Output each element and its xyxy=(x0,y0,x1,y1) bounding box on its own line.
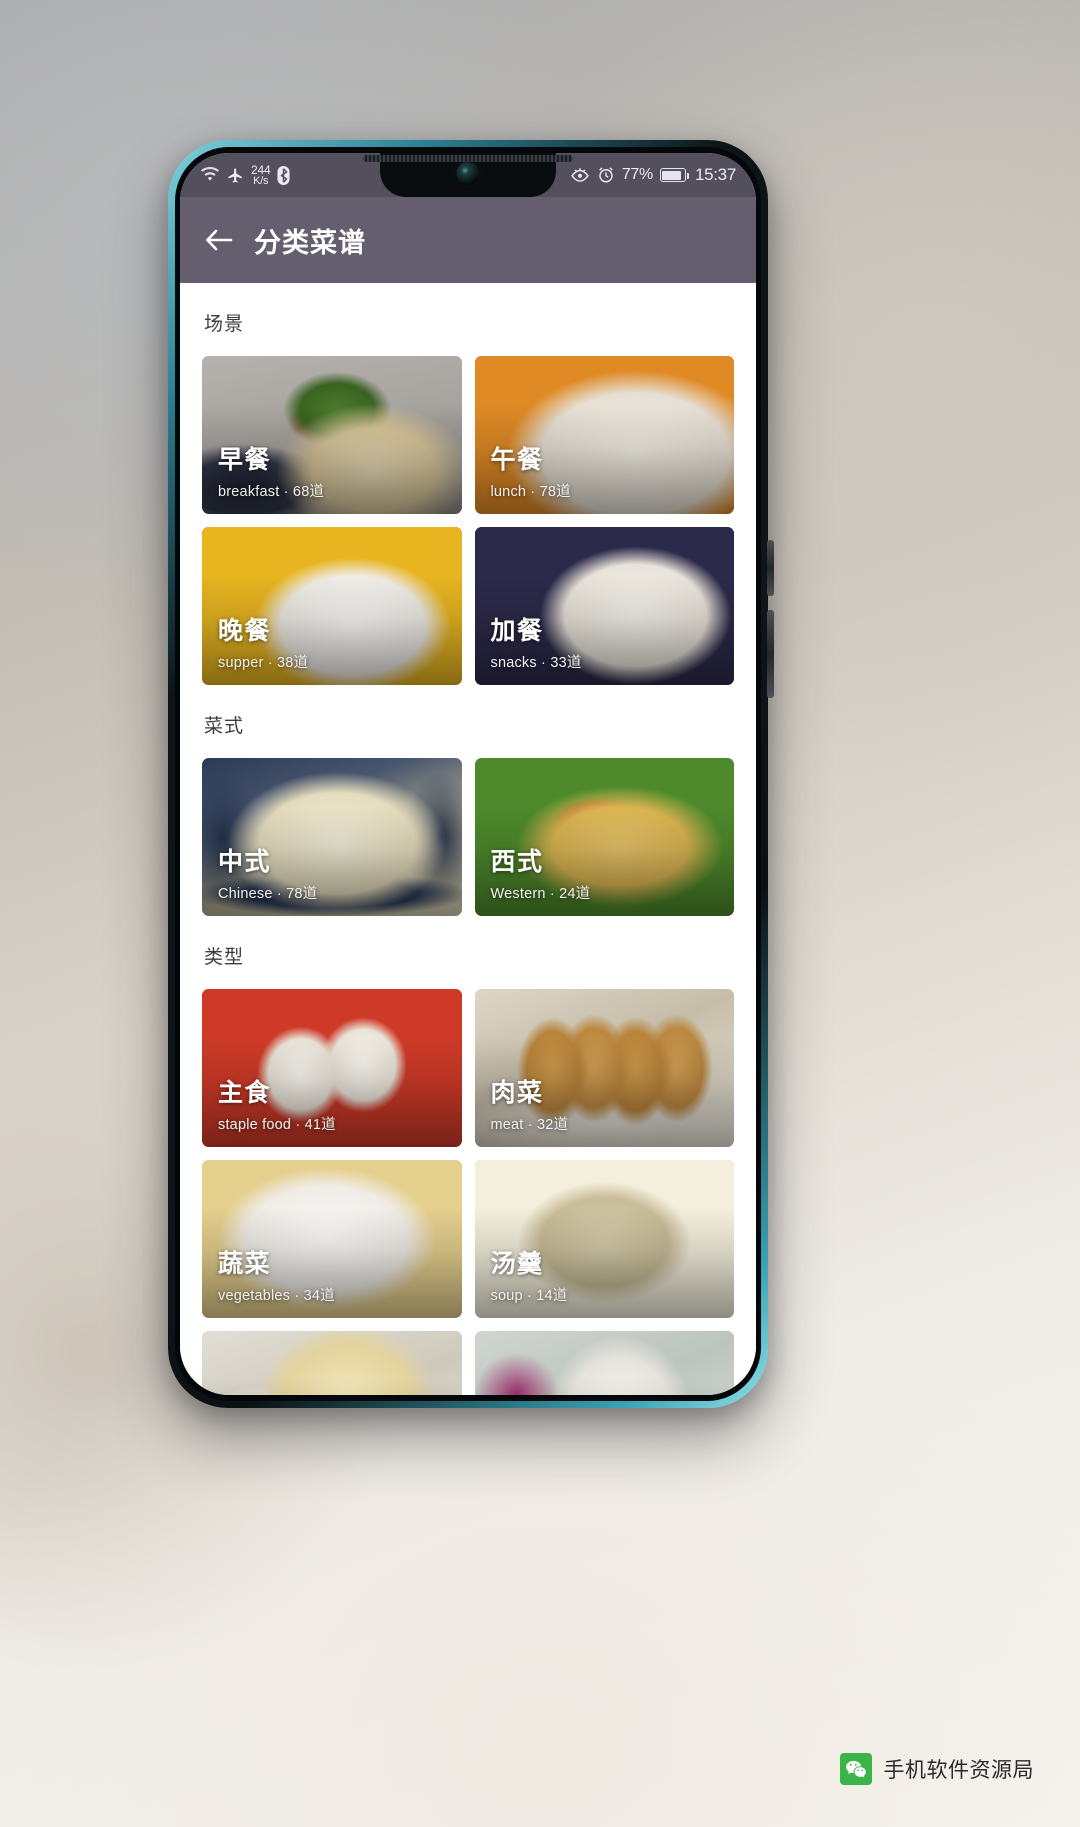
category-card-staple-food[interactable]: 主食 staple food · 41道 xyxy=(202,989,462,1147)
card-caption: 午餐 lunch · 78道 xyxy=(491,446,571,501)
card-title: 蔬菜 xyxy=(218,1250,272,1279)
category-list-scroll[interactable]: 场景 早餐 breakfast · 68道 午餐 lunch · 78道 晚餐 … xyxy=(180,283,756,1395)
card-caption: 晚餐 supper · 38道 xyxy=(218,617,308,672)
section-title-scene: 场景 xyxy=(204,314,245,335)
bluetooth-icon xyxy=(277,165,290,185)
back-arrow-icon[interactable] xyxy=(204,227,234,253)
card-caption: 蔬菜 vegetables · 34道 xyxy=(218,1250,335,1305)
card-title: 午餐 xyxy=(490,446,544,475)
card-subtitle: soup · 14道 xyxy=(490,1288,568,1304)
card-subtitle: Western · 24道 xyxy=(490,886,591,902)
card-caption: 中式 Chinese · 78道 xyxy=(218,848,317,903)
card-caption: 主食 staple food · 41道 xyxy=(218,1079,336,1134)
section-title-cuisine: 菜式 xyxy=(204,716,245,737)
network-speed-unit: K/s xyxy=(253,174,269,187)
card-subtitle: breakfast · 68道 xyxy=(218,484,325,500)
card-overlay xyxy=(202,1331,462,1395)
card-caption: 加餐 snacks · 33道 xyxy=(491,617,582,672)
phone-screen: 244 K/s 77% 15:37 分类菜谱 场景 早餐 breakfast ·… xyxy=(180,153,756,1395)
category-card-soup[interactable]: 汤羹 soup · 14道 xyxy=(474,1160,734,1318)
category-card-partial-left[interactable] xyxy=(202,1331,462,1395)
category-card-western[interactable]: 西式 Western · 24道 xyxy=(474,758,734,916)
card-title: 主食 xyxy=(218,1079,272,1108)
category-card-supper[interactable]: 晚餐 supper · 38道 xyxy=(202,527,462,685)
card-caption: 西式 Western · 24道 xyxy=(491,848,591,903)
status-bar-clock: 15:37 xyxy=(694,165,736,184)
section-title-type: 类型 xyxy=(204,947,245,968)
phone-bezel: 244 K/s 77% 15:37 分类菜谱 场景 早餐 breakfast ·… xyxy=(175,147,761,1401)
page-title: 分类菜谱 xyxy=(254,227,366,258)
category-card-meat[interactable]: 肉菜 meat · 32道 xyxy=(474,989,734,1147)
card-title: 早餐 xyxy=(218,446,272,475)
card-title: 中式 xyxy=(218,848,272,877)
card-title: 西式 xyxy=(490,848,544,877)
category-grid-scene: 早餐 breakfast · 68道 午餐 lunch · 78道 晚餐 sup… xyxy=(202,356,734,685)
card-title: 汤羹 xyxy=(490,1250,544,1279)
card-caption: 早餐 breakfast · 68道 xyxy=(218,446,324,501)
status-bar-left-icons: 244 K/s xyxy=(200,164,290,187)
category-grid-type: 主食 staple food · 41道 肉菜 meat · 32道 蔬菜 ve… xyxy=(202,989,734,1395)
card-title: 加餐 xyxy=(490,617,544,646)
category-card-snacks[interactable]: 加餐 snacks · 33道 xyxy=(474,527,734,685)
power-button[interactable] xyxy=(767,540,774,596)
card-subtitle: meat · 32道 xyxy=(490,1117,569,1133)
watermark: 手机软件资源局 xyxy=(839,1753,1035,1785)
app-bar: 分类菜谱 xyxy=(180,197,756,283)
card-subtitle: Chinese · 78道 xyxy=(218,886,318,902)
phone-device-frame: 244 K/s 77% 15:37 分类菜谱 场景 早餐 breakfast ·… xyxy=(168,140,774,1408)
category-card-breakfast[interactable]: 早餐 breakfast · 68道 xyxy=(202,356,462,514)
category-card-chinese[interactable]: 中式 Chinese · 78道 xyxy=(202,758,462,916)
card-caption: 汤羹 soup · 14道 xyxy=(491,1250,568,1305)
category-grid-cuisine: 中式 Chinese · 78道 西式 Western · 24道 xyxy=(202,758,734,916)
category-card-partial-right[interactable] xyxy=(474,1331,734,1395)
card-caption: 肉菜 meat · 32道 xyxy=(491,1079,569,1134)
alarm-clock-icon xyxy=(597,166,615,184)
card-subtitle: staple food · 41道 xyxy=(218,1117,336,1133)
wechat-icon xyxy=(839,1753,872,1785)
wifi-icon xyxy=(200,167,220,183)
front-camera-icon xyxy=(456,162,480,185)
card-subtitle: vegetables · 34道 xyxy=(218,1288,335,1304)
watermark-label: 手机软件资源局 xyxy=(883,1759,1034,1782)
card-subtitle: lunch · 78道 xyxy=(490,484,571,500)
eye-comfort-icon xyxy=(570,167,590,183)
battery-percent-label: 77% xyxy=(621,166,653,183)
card-subtitle: snacks · 33道 xyxy=(490,655,582,671)
battery-icon xyxy=(659,168,689,182)
card-overlay xyxy=(474,1331,734,1395)
card-title: 晚餐 xyxy=(218,617,272,646)
card-title: 肉菜 xyxy=(490,1079,544,1108)
earpiece-speaker xyxy=(363,155,573,162)
volume-button[interactable] xyxy=(767,610,774,698)
status-bar-right-icons: 77% 15:37 xyxy=(570,165,736,185)
card-subtitle: supper · 38道 xyxy=(218,655,309,671)
airplane-mode-icon xyxy=(227,167,244,184)
network-speed-indicator: 244 K/s xyxy=(251,164,271,187)
category-card-lunch[interactable]: 午餐 lunch · 78道 xyxy=(474,356,734,514)
category-card-vegetables[interactable]: 蔬菜 vegetables · 34道 xyxy=(202,1160,462,1318)
